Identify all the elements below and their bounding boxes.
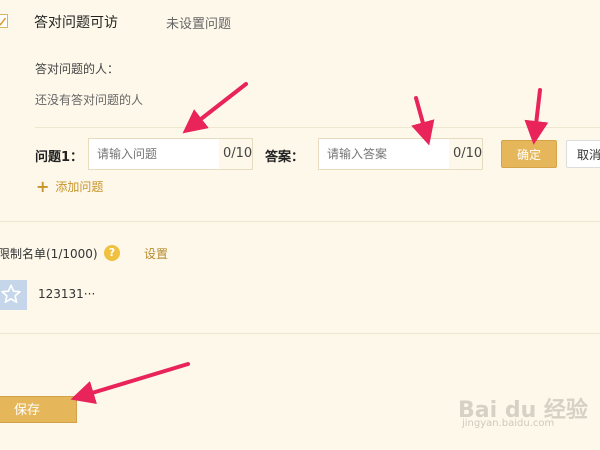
save-button[interactable]: 保存 bbox=[0, 396, 77, 423]
divider bbox=[0, 221, 600, 222]
answered-label: 答对问题的人： bbox=[35, 62, 120, 76]
add-question-button[interactable]: + 添加问题 bbox=[36, 177, 103, 196]
access-checkbox[interactable] bbox=[0, 14, 8, 28]
confirm-button[interactable]: 确定 bbox=[501, 140, 557, 168]
star-icon bbox=[1, 284, 21, 303]
question-label: 问题1： bbox=[35, 150, 84, 165]
access-label: 答对问题可访 bbox=[34, 15, 118, 31]
arrow-to-answer-input bbox=[411, 96, 435, 146]
divider bbox=[35, 127, 600, 128]
avatar bbox=[0, 280, 27, 310]
restrict-user-name: 123131··· bbox=[38, 287, 96, 301]
question-char-count: 0/10 bbox=[223, 146, 253, 161]
check-icon bbox=[0, 17, 7, 26]
answer-label: 答案： bbox=[265, 150, 305, 165]
cancel-button[interactable]: 取消 bbox=[566, 140, 600, 168]
restrict-settings-link[interactable]: 设置 bbox=[144, 245, 168, 262]
answered-empty-text: 还没有答对问题的人 bbox=[35, 93, 144, 107]
answer-char-count: 0/10 bbox=[453, 146, 483, 161]
arrow-to-question-input bbox=[182, 82, 248, 134]
restrict-list-label: 限制名单(1/1000) bbox=[0, 247, 98, 261]
add-question-label: 添加问题 bbox=[55, 180, 104, 194]
question-circle-icon[interactable]: ? bbox=[104, 245, 120, 261]
access-status: 未设置问题 bbox=[166, 17, 232, 32]
divider bbox=[0, 333, 600, 334]
watermark-url: jingyan.baidu.com bbox=[462, 418, 555, 429]
arrow-to-save-button bbox=[70, 362, 190, 405]
question-input[interactable] bbox=[89, 139, 219, 169]
plus-icon: + bbox=[36, 177, 50, 196]
answer-input[interactable] bbox=[319, 139, 449, 169]
